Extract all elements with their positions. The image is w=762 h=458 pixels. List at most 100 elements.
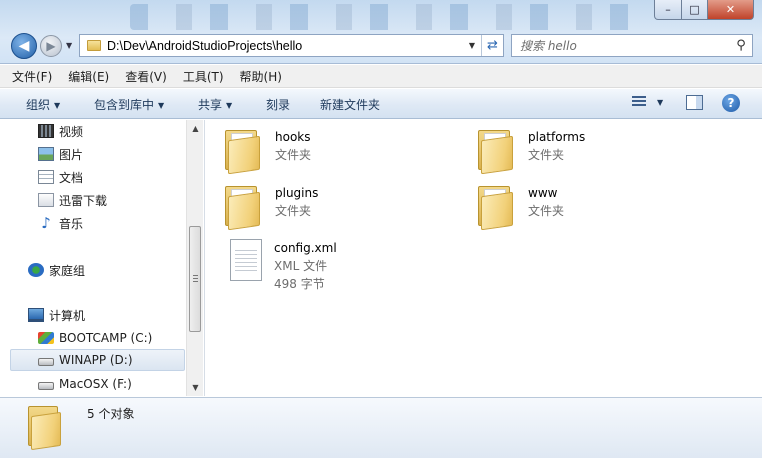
include-in-library-button[interactable]: 包含到库中 ▼: [94, 96, 164, 113]
folder-icon: [225, 184, 263, 231]
file-type: 文件夹: [275, 204, 312, 218]
file-type: XML 文件: [274, 259, 328, 273]
view-options-dropdown[interactable]: ▼: [657, 98, 663, 107]
details-pane: 5 个对象: [0, 397, 762, 458]
help-button[interactable]: ?: [722, 94, 740, 112]
sidebar-item-videos[interactable]: 视频: [38, 120, 83, 142]
sidebar-item-label: MacOSX (F:): [59, 377, 132, 391]
sidebar-item-computer[interactable]: 计算机: [28, 304, 85, 326]
address-bar[interactable]: D:\Dev\AndroidStudioProjects\hello ▼ ⇄: [79, 34, 504, 57]
sidebar-item-drive-f[interactable]: MacOSX (F:): [38, 373, 132, 395]
picture-icon: [38, 147, 54, 161]
drive-icon: [38, 357, 54, 366]
windows-drive-icon: [38, 332, 54, 344]
sidebar-item-label: 家庭组: [49, 263, 86, 278]
navigation-scrollbar[interactable]: ▲ ▼: [186, 120, 203, 396]
new-folder-button[interactable]: 新建文件夹: [320, 96, 380, 113]
menu-help[interactable]: 帮助(H): [240, 68, 282, 85]
list-item[interactable]: platforms 文件夹: [478, 128, 585, 175]
sidebar-item-drive-c[interactable]: BOOTCAMP (C:): [38, 327, 152, 349]
maximize-button[interactable]: □: [682, 0, 708, 20]
view-options-icon[interactable]: [632, 96, 648, 110]
homegroup-icon: [28, 263, 44, 277]
computer-icon: [28, 308, 44, 322]
share-label: 共享: [198, 98, 223, 112]
sidebar-item-label: 图片: [59, 147, 84, 162]
address-history-dropdown[interactable]: ▼: [463, 41, 481, 50]
menu-tools[interactable]: 工具(T): [183, 68, 224, 85]
sidebar-item-label: WINAPP (D:): [59, 353, 133, 367]
burn-button[interactable]: 刻录: [266, 96, 290, 113]
window-controls: – □ ✕: [654, 0, 754, 20]
navigation-bar: – □ ✕ ◀ ▶ ▼ D:\Dev\AndroidStudioProjects…: [0, 0, 762, 64]
close-button[interactable]: ✕: [708, 0, 754, 20]
folder-icon: [225, 128, 263, 175]
address-path[interactable]: D:\Dev\AndroidStudioProjects\hello: [107, 39, 463, 53]
search-box[interactable]: 搜索 hello ⚲: [511, 34, 753, 57]
search-input[interactable]: 搜索 hello: [512, 37, 730, 54]
file-name: www: [528, 186, 558, 200]
organize-button[interactable]: 组织 ▼: [26, 96, 60, 113]
command-bar: 组织 ▼ 包含到库中 ▼ 共享 ▼ 刻录 新建文件夹 ▼ ?: [0, 89, 762, 119]
download-icon: [38, 193, 54, 207]
list-item[interactable]: config.xml XML 文件 498 字节: [225, 239, 337, 293]
file-name: plugins: [275, 186, 319, 200]
forward-arrow-icon: ▶: [46, 39, 56, 53]
list-item[interactable]: hooks 文件夹: [225, 128, 312, 175]
sidebar-item-label: 迅雷下载: [59, 193, 108, 208]
menu-file[interactable]: 文件(F): [12, 68, 52, 85]
sidebar-item-label: 文档: [59, 170, 84, 185]
scroll-down-arrow-icon[interactable]: ▼: [187, 379, 204, 396]
document-icon: [38, 170, 54, 184]
video-icon: [38, 124, 54, 138]
sidebar-item-music[interactable]: ♪ 音乐: [38, 212, 83, 234]
search-icon[interactable]: ⚲: [730, 38, 752, 53]
file-type: 文件夹: [528, 148, 565, 162]
sidebar-item-label: BOOTCAMP (C:): [59, 331, 153, 345]
list-item[interactable]: www 文件夹: [478, 184, 565, 231]
sidebar-item-label: 视频: [59, 124, 84, 139]
drive-icon: [38, 381, 54, 390]
file-type: 文件夹: [528, 204, 565, 218]
item-count: 5 个对象: [87, 407, 135, 421]
refresh-button[interactable]: ⇄: [481, 35, 503, 56]
navigation-pane: 视频 图片 文档 迅雷下载 ♪ 音乐 家庭组 计算机 BOOTCAMP (C:) …: [0, 120, 186, 396]
back-arrow-icon: ◀: [18, 38, 30, 54]
sidebar-item-pictures[interactable]: 图片: [38, 143, 83, 165]
chevron-down-icon: ▼: [54, 101, 61, 110]
chevron-down-icon: ▼: [158, 101, 165, 110]
back-button[interactable]: ◀: [11, 33, 37, 59]
scroll-up-arrow-icon[interactable]: ▲: [187, 120, 204, 137]
desktop-background-strip: [130, 4, 650, 30]
recent-pages-dropdown[interactable]: ▼: [66, 41, 72, 50]
folder-icon: [478, 128, 516, 175]
preview-pane-button[interactable]: [686, 95, 703, 110]
refresh-icon: ⇄: [487, 38, 498, 53]
scrollbar-thumb[interactable]: [189, 226, 201, 332]
file-name: hooks: [275, 130, 311, 144]
list-item[interactable]: plugins 文件夹: [225, 184, 319, 231]
sidebar-item-downloads[interactable]: 迅雷下载: [38, 189, 107, 211]
sidebar-item-label: 音乐: [59, 216, 84, 231]
music-icon: ♪: [41, 214, 51, 232]
folder-icon: [87, 40, 101, 51]
folder-icon: [28, 404, 64, 451]
file-list: hooks 文件夹 platforms 文件夹 plugins 文件夹 www 文件夹 …: [205, 120, 762, 396]
chevron-down-icon: ▼: [226, 101, 233, 110]
xml-file-icon: [230, 239, 264, 283]
forward-button[interactable]: ▶: [40, 35, 62, 57]
menu-view[interactable]: 查看(V): [125, 68, 167, 85]
minimize-button[interactable]: –: [654, 0, 682, 20]
organize-label: 组织: [26, 98, 51, 112]
sidebar-item-homegroup[interactable]: 家庭组: [28, 259, 85, 281]
include-in-library-label: 包含到库中: [94, 98, 155, 112]
share-button[interactable]: 共享 ▼: [198, 96, 232, 113]
sidebar-item-documents[interactable]: 文档: [38, 166, 83, 188]
sidebar-item-drive-d[interactable]: WINAPP (D:): [10, 349, 185, 371]
sidebar-item-label: 计算机: [49, 308, 86, 323]
file-size: 498 字节: [274, 277, 325, 291]
menu-bar: 文件(F) 编辑(E) 查看(V) 工具(T) 帮助(H): [0, 65, 762, 88]
menu-edit[interactable]: 编辑(E): [68, 68, 109, 85]
file-type: 文件夹: [275, 148, 312, 162]
file-name: config.xml: [274, 241, 337, 255]
